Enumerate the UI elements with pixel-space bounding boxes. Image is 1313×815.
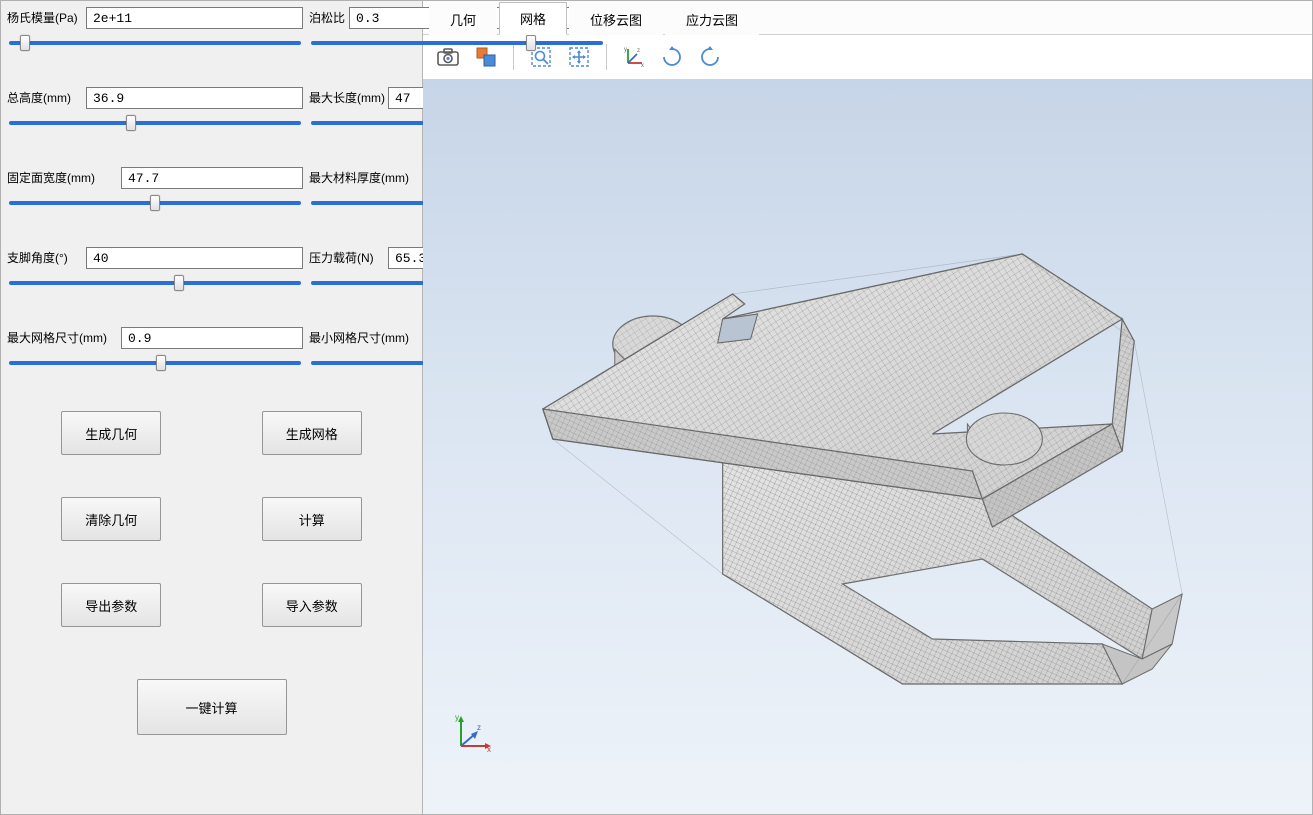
toolbar-separator (606, 44, 607, 70)
param-label: 固定面宽度(mm) (7, 171, 117, 185)
param-slider[interactable] (7, 273, 303, 293)
graphics-area: 几何 网格 位移云图 应力云图 z y x (423, 1, 1312, 814)
clear-geometry-button[interactable]: 清除几何 (61, 497, 161, 541)
param-slider[interactable] (7, 193, 303, 213)
param-input[interactable] (86, 247, 303, 269)
param-6: 支脚角度(°) (7, 247, 303, 293)
param-label: 杨氏模量(Pa) (7, 11, 82, 25)
tab-stress[interactable]: 应力云图 (665, 3, 759, 35)
svg-text:x: x (641, 63, 644, 68)
rotate-ccw-icon[interactable] (695, 42, 725, 72)
tab-mesh[interactable]: 网格 (499, 2, 567, 35)
compute-button[interactable]: 计算 (262, 497, 362, 541)
tab-geometry[interactable]: 几何 (429, 3, 497, 35)
action-button-area: 生成几何 生成网格 清除几何 计算 导出参数 导入参数 一键计算 (1, 401, 422, 745)
param-label: 最大材料厚度(mm) (309, 171, 419, 185)
export-parameters-button[interactable]: 导出参数 (61, 583, 161, 627)
viewport-3d[interactable]: y x z (423, 79, 1312, 814)
param-label: 压力载荷(N) (309, 251, 384, 265)
param-slider[interactable] (7, 353, 303, 373)
param-8: 最大网格尺寸(mm) (7, 327, 303, 373)
axes-icon[interactable]: z y x (619, 42, 649, 72)
tab-displacement[interactable]: 位移云图 (569, 3, 663, 35)
axis-label-x: x (487, 745, 491, 754)
param-label: 最大网格尺寸(mm) (7, 331, 117, 345)
param-input[interactable] (86, 7, 303, 29)
parameter-panel: 杨氏模量(Pa) 泊松比总高度(mm) 最大长度(mm) 固定面宽度(mm) 最大材料厚… (1, 1, 423, 814)
import-parameters-button[interactable]: 导入参数 (262, 583, 362, 627)
mesh-render (423, 79, 1312, 814)
result-tab-bar: 几何 网格 位移云图 应力云图 (423, 1, 1312, 35)
axis-label-z: z (477, 723, 481, 732)
param-label: 最小网格尺寸(mm) (309, 331, 419, 345)
svg-text:z: z (637, 48, 640, 54)
param-slider[interactable] (309, 33, 605, 53)
param-2: 总高度(mm) (7, 87, 303, 133)
axis-label-y: y (455, 714, 459, 722)
param-label: 泊松比 (309, 11, 345, 25)
one-click-compute-button[interactable]: 一键计算 (137, 679, 287, 735)
param-input[interactable] (121, 327, 303, 349)
param-label: 总高度(mm) (7, 91, 82, 105)
generate-geometry-button[interactable]: 生成几何 (61, 411, 161, 455)
app-root: 杨氏模量(Pa) 泊松比总高度(mm) 最大长度(mm) 固定面宽度(mm) 最大材料厚… (0, 0, 1313, 815)
param-label: 最大长度(mm) (309, 91, 384, 105)
param-input[interactable] (86, 87, 303, 109)
generate-mesh-button[interactable]: 生成网格 (262, 411, 362, 455)
param-slider[interactable] (7, 33, 303, 53)
param-0: 杨氏模量(Pa) (7, 7, 303, 53)
param-input[interactable] (121, 167, 303, 189)
parameter-grid: 杨氏模量(Pa) 泊松比总高度(mm) 最大长度(mm) 固定面宽度(mm) 最大材料厚… (7, 7, 416, 373)
rotate-cw-icon[interactable] (657, 42, 687, 72)
svg-text:y: y (624, 47, 627, 53)
axis-triad: y x z (453, 714, 493, 754)
param-slider[interactable] (7, 113, 303, 133)
param-label: 支脚角度(°) (7, 251, 82, 265)
param-4: 固定面宽度(mm) (7, 167, 303, 213)
